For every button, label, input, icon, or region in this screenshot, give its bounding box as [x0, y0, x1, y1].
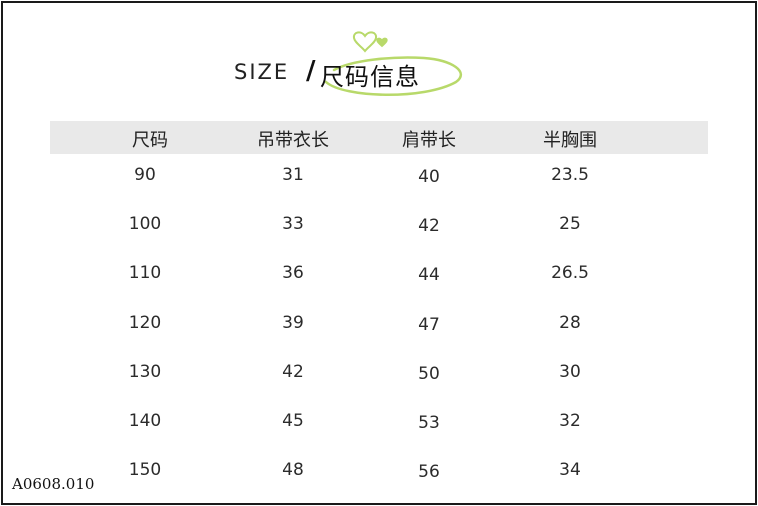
column-header-half-chest: 半胸围 [543, 130, 597, 151]
table-cell: 26.5 [551, 263, 589, 283]
column-header-strap-length: 肩带长 [402, 130, 456, 151]
table-cell: 44 [418, 265, 440, 285]
table-cell: 40 [418, 167, 440, 187]
table-cell: 140 [128, 411, 162, 431]
table-cell: 150 [128, 460, 162, 480]
table-cell: 53 [418, 413, 440, 433]
table-cell: 33 [282, 214, 304, 234]
table-cell: 56 [418, 462, 440, 482]
table-cell: 23.5 [551, 165, 589, 185]
title-separator: / [306, 56, 316, 86]
table-cell: 110 [128, 263, 162, 283]
table-cell: 90 [134, 165, 156, 185]
title-chinese: 尺码信息 [320, 63, 420, 91]
table-cell: 130 [128, 362, 162, 382]
table-cell: 50 [418, 364, 440, 384]
column-header-strap-top-length: 吊带衣长 [257, 130, 329, 151]
table-cell: 31 [282, 165, 304, 185]
table-cell: 39 [282, 313, 304, 333]
table-cell: 45 [282, 411, 304, 431]
table-cell: 120 [128, 313, 162, 333]
title-latin: SIZE [234, 60, 290, 84]
column-header-size: 尺码 [132, 130, 168, 151]
table-cell: 25 [559, 214, 581, 234]
heart-icon [352, 31, 378, 53]
table-cell: 34 [559, 460, 581, 480]
heart-icon [376, 37, 388, 48]
table-cell: 100 [128, 214, 162, 234]
table-cell: 42 [282, 362, 304, 382]
table-cell: 30 [559, 362, 581, 382]
table-cell: 48 [282, 460, 304, 480]
page-title: SIZE / 尺码信息 [234, 26, 474, 106]
table-cell: 36 [282, 263, 304, 283]
table-cell: 42 [418, 216, 440, 236]
table-cell: 47 [418, 315, 440, 335]
table-cell: 28 [559, 313, 581, 333]
product-code: A0608.010 [12, 475, 95, 493]
table-cell: 32 [559, 411, 581, 431]
